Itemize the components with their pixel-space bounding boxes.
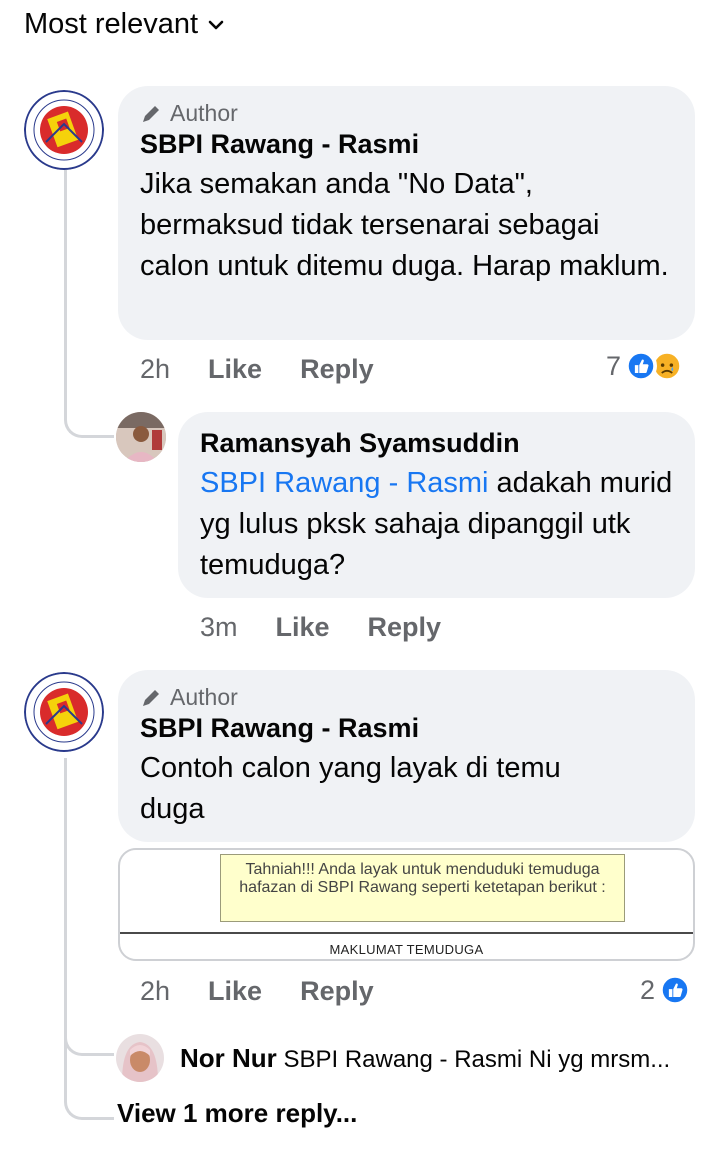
sort-label: Most relevant [24,8,199,40]
reply-preview-name: Nor Nur [180,1043,277,1073]
reply-preview-text: SBPI Rawang - Rasmi Ni yg mrsm... [283,1046,671,1073]
school-logo-icon [24,672,104,752]
avatar[interactable] [24,90,104,170]
thread-line [64,1048,114,1120]
reply-button[interactable]: Reply [300,976,374,1007]
comment-actions: 3m Like Reply [200,612,441,643]
avatar[interactable] [24,672,104,752]
image-attachment[interactable]: Tahniah!!! Anda layak untuk menduduki te… [118,848,695,961]
attachment-section-title: MAKLUMAT TEMUDUGA [329,942,484,957]
like-icon [659,974,692,1006]
reaction-count: 2 [640,974,656,1005]
thread-line [64,758,67,1048]
like-icon [625,350,658,382]
pencil-icon [143,689,159,706]
reaction-count: 7 [606,350,622,381]
comment-text: Contoh calon yang layak di temu duga [140,752,561,825]
avatar[interactable] [116,412,166,462]
comment-actions: 2h Like Reply [140,976,374,1007]
like-button[interactable]: Like [208,354,262,385]
sort-dropdown[interactable]: Most relevant [24,8,224,41]
reply-preview[interactable]: Nor Nur SBPI Rawang - Rasmi Ni yg mrsm..… [180,1043,670,1074]
user-photo-icon [116,412,166,462]
comment-actions: 2h Like Reply [140,354,374,385]
comment-bubble: Author SBPI Rawang - Rasmi Contoh calon … [118,670,695,842]
avatar[interactable] [116,1034,164,1082]
like-button[interactable]: Like [208,976,262,1007]
reply-button[interactable]: Reply [300,354,374,385]
author-badge: Author [140,684,673,711]
comment-time[interactable]: 2h [140,354,170,385]
comment-bubble: Author SBPI Rawang - Rasmi Jika semakan … [118,86,695,340]
comment-time[interactable]: 3m [200,612,238,643]
reaction-summary[interactable]: 7 [606,350,684,382]
commenter-name[interactable]: Ramansyah Syamsuddin [200,428,673,459]
commenter-name[interactable]: SBPI Rawang - Rasmi [140,713,673,744]
comment-text: Jika semakan anda "No Data", bermaksud t… [140,168,669,282]
view-more-replies-link[interactable]: View 1 more reply... [117,1098,357,1129]
author-label: Author [170,100,238,126]
comment-bubble: Ramansyah Syamsuddin SBPI Rawang - Rasmi… [178,412,695,598]
like-button[interactable]: Like [276,612,330,643]
chevron-down-icon [208,20,224,29]
reaction-summary[interactable]: 2 [640,974,692,1006]
author-badge: Author [140,100,673,127]
comment-time[interactable]: 2h [140,976,170,1007]
thread-line [64,420,114,438]
comment-text: SBPI Rawang - Rasmi adakah murid yg lulu… [200,463,673,586]
divider [120,932,693,934]
commenter-name[interactable]: SBPI Rawang - Rasmi [140,129,673,160]
school-logo-icon [24,90,104,170]
pencil-icon [143,105,159,122]
author-label: Author [170,684,238,710]
mention-link[interactable]: SBPI Rawang - Rasmi [200,467,489,499]
reply-button[interactable]: Reply [368,612,442,643]
thread-line [64,170,67,420]
user-photo-icon [116,1034,164,1082]
attachment-notice: Tahniah!!! Anda layak untuk menduduki te… [220,854,625,922]
